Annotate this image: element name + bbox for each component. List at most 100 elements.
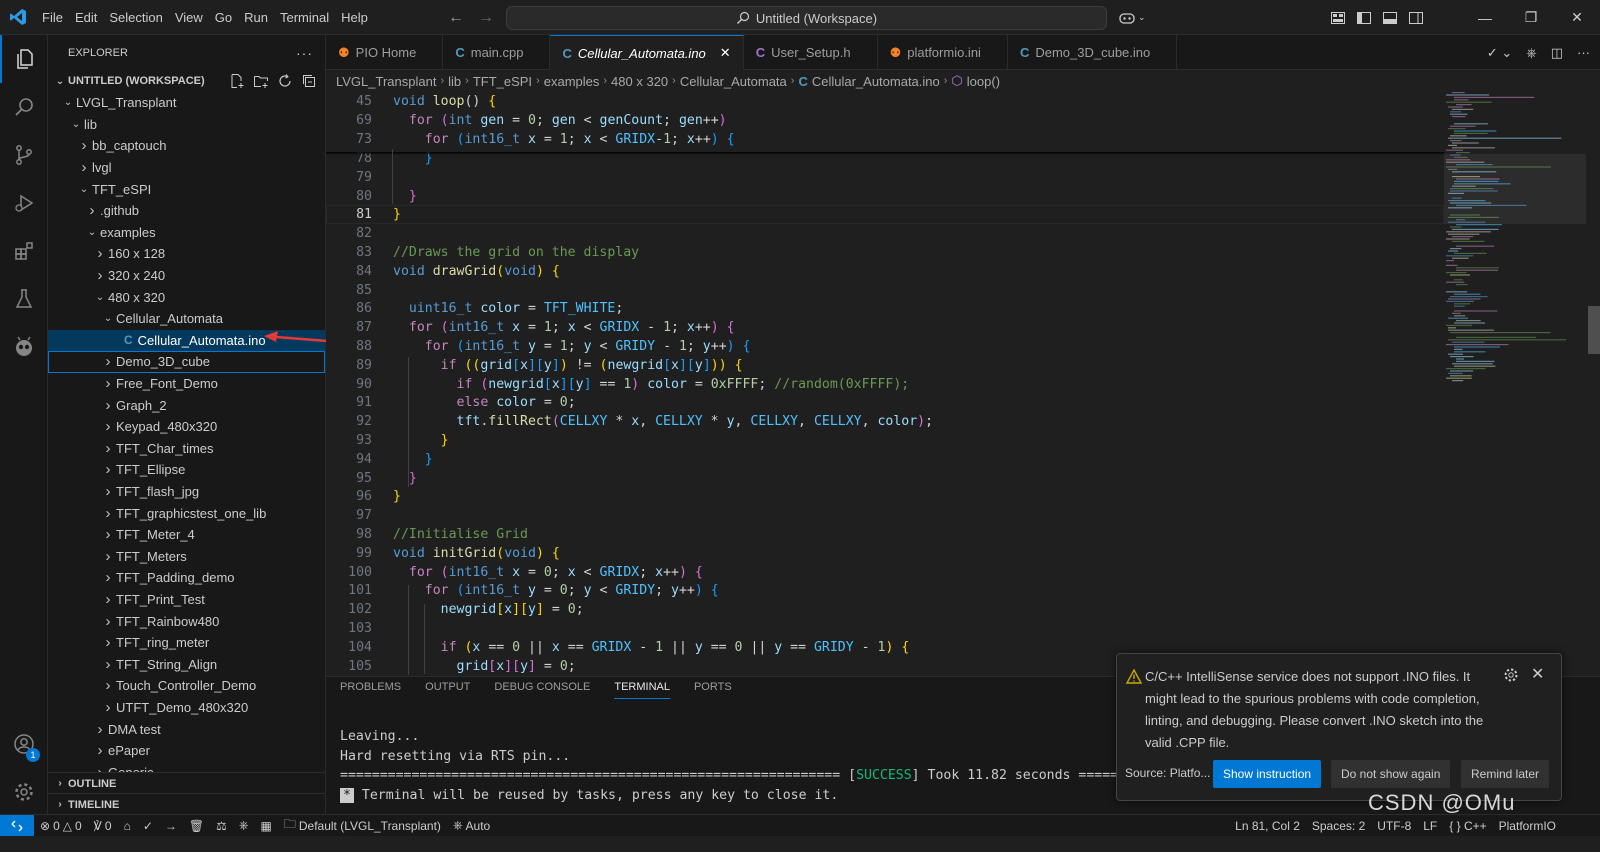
breadcrumb-item[interactable]: TFT_eSPI	[473, 74, 532, 89]
problems-status[interactable]: ⊗ 0 △ 0	[34, 819, 88, 833]
menu-view[interactable]: View	[169, 0, 209, 35]
collapse-all-icon[interactable]	[301, 73, 317, 89]
notification-settings-gear-icon[interactable]	[1503, 667, 1519, 683]
manage-gear-icon[interactable]	[0, 768, 48, 816]
folder-tree-item[interactable]: ⌄ Cellular_Automata	[48, 308, 325, 330]
search-view-icon[interactable]	[0, 83, 48, 131]
minimize-icon[interactable]: —	[1462, 0, 1508, 35]
menu-run[interactable]: Run	[238, 0, 274, 35]
ports-status[interactable]: ℣ 0	[88, 819, 118, 833]
folder-tree-item[interactable]: › ePaper	[48, 740, 325, 762]
toggle-primary-sidebar-icon[interactable]	[1356, 10, 1372, 26]
workspace-section-header[interactable]: ⌄ UNTITLED (WORKSPACE)	[48, 70, 325, 92]
restore-icon[interactable]: ❐	[1508, 0, 1554, 35]
editor-tab[interactable]: ⚉ platformio.ini	[878, 35, 1008, 70]
folder-tree-item[interactable]: › Graph_2	[48, 394, 325, 416]
customize-layout-icon[interactable]	[1330, 10, 1346, 26]
refresh-icon[interactable]	[277, 73, 293, 89]
show-instruction-button[interactable]: Show instruction	[1213, 760, 1322, 788]
menu-file[interactable]: File	[36, 0, 69, 35]
panel-tab-problems[interactable]: PROBLEMS	[340, 679, 401, 699]
extensions-icon[interactable]	[0, 227, 48, 275]
folder-tree-item[interactable]: ⌄ lib	[48, 114, 325, 136]
source-control-icon[interactable]	[0, 131, 48, 179]
menu-go[interactable]: Go	[209, 0, 238, 35]
pio-test-flask-icon[interactable]: ⚖	[210, 819, 233, 833]
pio-clean-trash-icon[interactable]: 🗑	[183, 819, 210, 833]
code-editor[interactable]: 78 } 79 80 } 81} 82 83//Draws the grid on the…	[326, 92, 1444, 676]
editor-tab[interactable]: C User_Setup.h	[744, 35, 878, 70]
folder-tree-item[interactable]: › Keypad_480x320	[48, 416, 325, 438]
pio-build-check-icon[interactable]: ✓ ⌄	[1487, 45, 1512, 61]
folder-tree-item[interactable]: ⌄ LVGL_Transplant	[48, 92, 325, 114]
editor-tab[interactable]: C Cellular_Automata.ino ✕	[550, 35, 744, 70]
pio-build-check-icon[interactable]: ✓	[137, 819, 159, 833]
folder-tree-item[interactable]: › 160 x 128	[48, 243, 325, 265]
run-debug-icon[interactable]	[0, 179, 48, 227]
breadcrumb-item[interactable]: LVGL_Transplant	[336, 74, 436, 89]
folder-tree-item[interactable]: › DMA test	[48, 718, 325, 740]
menu-help[interactable]: Help	[335, 0, 374, 35]
more-actions-icon[interactable]: ···	[296, 45, 313, 61]
pio-port-status[interactable]: ⎈ Auto	[447, 818, 496, 833]
platformio-alien-icon[interactable]	[0, 323, 48, 371]
new-folder-icon[interactable]	[253, 73, 269, 89]
pio-serial-plug-icon[interactable]: ⎈	[1526, 45, 1536, 61]
copilot-menu[interactable]: ⌄	[1118, 0, 1146, 35]
outline-section[interactable]: › OUTLINE	[48, 772, 325, 794]
minimap[interactable]	[1444, 92, 1586, 676]
testing-flask-icon[interactable]	[0, 275, 48, 323]
folder-tree-item[interactable]: › TFT_Meter_4	[48, 524, 325, 546]
folder-tree-item[interactable]: › TFT_Char_times	[48, 438, 325, 460]
panel-tab-terminal[interactable]: TERMINAL	[614, 679, 670, 699]
folder-tree-item[interactable]: › bb_captouch	[48, 135, 325, 157]
indentation[interactable]: Spaces: 2	[1306, 819, 1371, 833]
encoding[interactable]: UTF-8	[1371, 819, 1417, 833]
editor-tab[interactable]: ⚉ PIO Home	[326, 35, 444, 70]
folder-tree-item[interactable]: ⌄ examples	[48, 222, 325, 244]
pio-serial-plug-icon[interactable]: ⎈	[233, 818, 255, 833]
forward-arrow-icon[interactable]: →	[478, 9, 494, 27]
breadcrumb-item[interactable]: 480 x 320	[611, 74, 668, 89]
scrollbar-thumb[interactable]	[1588, 306, 1600, 354]
remote-indicator-icon[interactable]	[0, 814, 34, 837]
panel-tab-output[interactable]: OUTPUT	[425, 679, 470, 699]
breadcrumb-item[interactable]: examples	[544, 74, 600, 89]
editor-tab[interactable]: C Demo_3D_cube.ino	[1008, 35, 1178, 70]
close-window-icon[interactable]: ✕	[1554, 0, 1600, 35]
do-not-show-again-button[interactable]: Do not show again	[1331, 760, 1451, 788]
menu-terminal[interactable]: Terminal	[274, 0, 335, 35]
split-editor-icon[interactable]: ◫	[1551, 45, 1563, 61]
folder-tree-item[interactable]: › TFT_flash_jpg	[48, 481, 325, 503]
back-arrow-icon[interactable]: ←	[448, 9, 464, 27]
menu-edit[interactable]: Edit	[69, 0, 103, 35]
folder-tree-item[interactable]: › Touch_Controller_Demo	[48, 675, 325, 697]
folder-tree-item[interactable]: › TFT_Padding_demo	[48, 567, 325, 589]
folder-tree-item[interactable]: › TFT_String_Align	[48, 653, 325, 675]
language-mode[interactable]: { } C++	[1443, 819, 1492, 833]
breadcrumb-item[interactable]: Cellular_Automata	[680, 74, 787, 89]
panel-tab-debug-console[interactable]: DEBUG CONSOLE	[494, 679, 590, 699]
pio-upload-arrow-icon[interactable]: →	[159, 819, 183, 833]
folder-tree-item[interactable]: › 320 x 240	[48, 265, 325, 287]
pio-terminal-icon[interactable]: ▦	[255, 819, 278, 833]
breadcrumb-item[interactable]: lib	[448, 74, 461, 89]
editor-scrollbar[interactable]	[1586, 92, 1600, 676]
timeline-section[interactable]: › TIMELINE	[48, 793, 325, 815]
folder-tree-item[interactable]: › TFT_Print_Test	[48, 589, 325, 611]
toggle-secondary-sidebar-icon[interactable]	[1408, 10, 1424, 26]
folder-tree-item[interactable]: ⌄ TFT_eSPI	[48, 178, 325, 200]
folder-tree-item[interactable]: › Demo_3D_cube	[48, 351, 325, 373]
menu-selection[interactable]: Selection	[103, 0, 168, 35]
pio-environment-status[interactable]: 🗀 Default (LVGL_Transplant)	[278, 815, 447, 836]
accounts-icon[interactable]: 1	[0, 720, 48, 768]
command-center-search[interactable]: Untitled (Workspace)	[506, 6, 1107, 30]
folder-tree-item[interactable]: › TFT_Meters	[48, 545, 325, 567]
explorer-icon[interactable]	[0, 35, 48, 83]
notification-close-icon[interactable]: ✕	[1531, 664, 1544, 684]
remind-later-button[interactable]: Remind later	[1461, 760, 1550, 788]
editor-tab[interactable]: Cmain.cpp	[443, 35, 551, 70]
folder-tree-item[interactable]: › TFT_graphicstest_one_lib	[48, 502, 325, 524]
folder-tree-item[interactable]: › .github	[48, 200, 325, 222]
panel-tab-ports[interactable]: PORTS	[694, 679, 732, 699]
